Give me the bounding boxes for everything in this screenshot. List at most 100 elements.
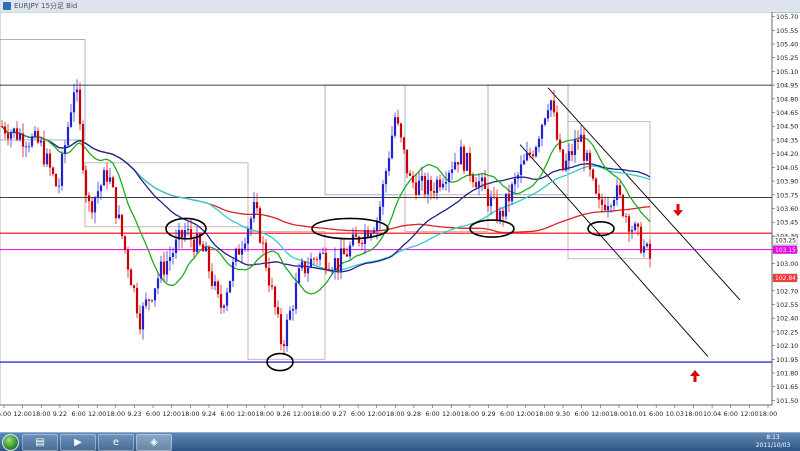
y-tick-label: 105.70 [776,13,798,21]
candle-body [492,196,496,198]
candle-body [267,267,271,286]
candle-body [480,177,484,182]
price-chart[interactable]: 105.70 105.55 105.40 105.25 105.10 104.95 104.… [0,12,800,432]
x-tick-label: 12:00 [162,410,180,418]
y-tick-label: 104.50 [776,123,798,131]
candle-body [69,112,73,127]
candle-body [444,182,448,184]
taskbar-media-button[interactable]: ▶ [60,434,96,451]
candle-body [231,261,235,281]
candle-body [333,258,337,271]
candle-body [477,181,481,188]
candle-body [372,230,376,233]
buy-arrow-icon-shaft [693,376,697,383]
candle-body [381,184,385,207]
candle-body [414,182,418,195]
y-tick-label: 104.95 [776,82,798,90]
taskbar-chart-app-button[interactable]: ◈ [136,434,172,451]
candle-body [153,288,157,301]
candle-body [585,152,589,161]
chart-area[interactable]: 105.70 105.55 105.40 105.25 105.10 104.95 104.… [0,12,800,432]
candle-body [279,314,283,345]
y-tick-label: 105.10 [776,68,798,76]
candle-body [501,210,505,217]
x-tick-label: 9.26 [276,410,290,418]
candle-body [324,252,328,270]
candle-body [594,178,598,194]
candle-body [282,344,286,347]
candle-body [309,258,313,268]
candle-body [120,214,124,237]
x-tick-label: 18:00 [684,410,702,418]
candle-body [615,185,619,200]
app-icon [3,2,11,10]
candle-body [123,236,127,250]
candle-body [126,249,130,270]
x-tick-label: 12:00 [237,410,255,418]
y-tick-label: 103.45 [776,219,798,227]
candle-body [78,89,82,125]
x-tick-label: 6:00 [351,410,365,418]
candle-body [510,184,514,202]
candle-body [261,242,265,244]
candle-body [345,254,349,257]
y-tick-label: 105.40 [776,40,798,48]
candle-body [240,248,244,255]
x-tick-label: 12:00 [367,410,385,418]
x-tick-label: 18:00 [181,410,199,418]
candle-body [273,286,277,308]
candle-body [27,146,31,148]
candle-body [441,183,445,188]
candle-body [243,243,247,249]
browser-icon: e [112,437,120,448]
candle-body [105,170,109,182]
system-tray[interactable] [612,435,732,449]
candle-body [213,281,217,286]
candle-body [12,128,16,133]
candle-body [312,258,316,260]
candle-body [489,196,493,207]
candle-body [204,247,208,252]
x-tick-label: 18:00 [256,410,274,418]
candle-body [504,193,508,217]
candle-body [234,248,238,262]
price-tag-label-2: 102.84 [775,275,796,282]
candle-body [624,216,628,217]
candle-body [114,187,118,219]
candle-body [351,234,355,246]
candle-body [546,110,550,119]
candle-body [627,216,631,232]
candle-body [57,185,61,187]
candle-body [348,245,352,257]
candle-body [354,234,358,237]
candle-body [390,135,394,159]
candle-body [330,270,334,271]
candle-body [15,128,19,140]
candle-body [399,123,403,138]
candle-body [291,309,295,311]
candle-body [576,139,580,142]
candle-body [93,197,97,213]
x-tick-label: 6:00 [500,410,514,418]
candle-body [144,299,148,306]
x-tick-label: 6:00 [0,410,11,418]
taskbar-explorer-button[interactable]: ▤ [22,434,58,451]
candle-body [339,248,343,271]
candle-body [21,133,25,147]
candle-body [45,153,49,165]
taskbar-clock[interactable]: 8:13 2011/10/03 [748,434,798,450]
candle-body [315,259,319,260]
y-tick-label: 102.55 [776,301,798,309]
candle-body [474,182,478,188]
start-button[interactable] [2,434,19,451]
x-tick-label: 6:00 [146,410,160,418]
candle-body [363,230,367,245]
candle-body [420,175,424,181]
candle-body [318,253,322,260]
taskbar-browser-button[interactable]: e [98,434,134,451]
candle-body [633,223,637,231]
candle-body [84,170,88,196]
candle-body [387,158,391,172]
media-icon: ▶ [74,437,82,448]
candle-body [141,305,145,330]
